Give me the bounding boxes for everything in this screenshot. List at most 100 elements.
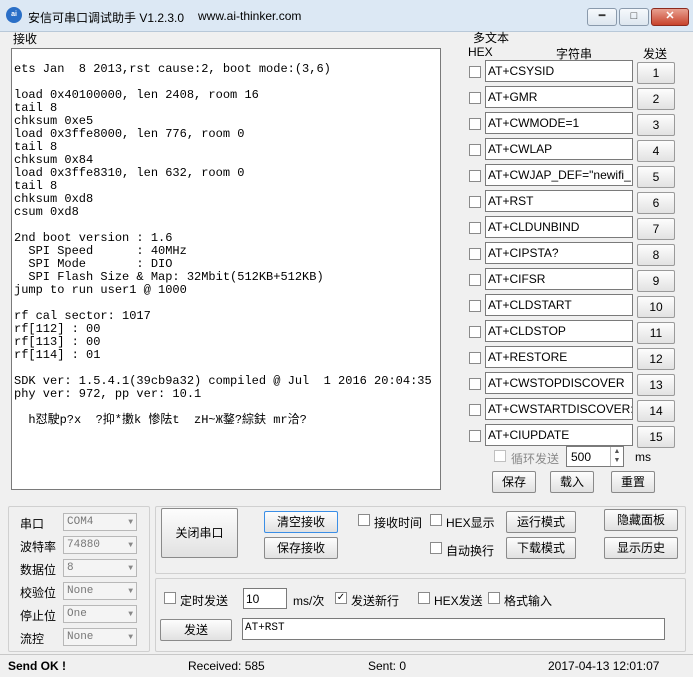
hex-row-checkbox[interactable]	[469, 196, 481, 208]
multi-text-label: 多文本	[473, 31, 510, 45]
hide-panel-button[interactable]: 隐藏面板	[604, 509, 678, 531]
save-receive-button[interactable]: 保存接收	[264, 537, 338, 559]
multi-text-field[interactable]: AT+CLDSTOP	[485, 320, 633, 342]
multi-text-field[interactable]: AT+CIPSTA?	[485, 242, 633, 264]
send-row-button[interactable]: 3	[637, 114, 675, 136]
hex-row-checkbox[interactable]	[469, 326, 481, 338]
send-input[interactable]: AT+RST	[242, 618, 665, 640]
stop-bits-select[interactable]: One ▼	[63, 605, 137, 623]
reset-multi-button[interactable]: 重置	[611, 471, 655, 493]
multi-text-field[interactable]: AT+CWSTARTDISCOVER:	[485, 398, 633, 420]
hex-row-checkbox[interactable]	[469, 92, 481, 104]
send-panel	[155, 578, 686, 652]
send-row-button[interactable]: 8	[637, 244, 675, 266]
hex-row-checkbox[interactable]	[469, 404, 481, 416]
hex-row-checkbox[interactable]	[469, 274, 481, 286]
multi-text-field[interactable]: AT+RST	[485, 190, 633, 212]
loop-interval-spinner[interactable]: ▲ ▼	[610, 447, 623, 466]
send-row-button[interactable]: 14	[637, 400, 675, 422]
baud-select[interactable]: 74880 ▼	[63, 536, 137, 554]
receive-time-checkbox[interactable]	[358, 514, 370, 526]
spin-down-icon[interactable]: ▼	[611, 456, 623, 465]
multi-text-field[interactable]: AT+CWJAP_DEF="newifi_	[485, 164, 633, 186]
hex-send-label: HEX发送	[434, 594, 483, 608]
show-history-button[interactable]: 显示历史	[604, 537, 678, 559]
window-url: www.ai-thinker.com	[198, 9, 302, 23]
close-port-button[interactable]: 关闭串口	[161, 508, 238, 558]
hex-row-checkbox[interactable]	[469, 352, 481, 364]
send-row-button[interactable]: 15	[637, 426, 675, 448]
status-datetime: 2017-04-13 12:01:07	[548, 659, 660, 673]
multi-text-field[interactable]: AT+CWLAP	[485, 138, 633, 160]
hex-row-checkbox[interactable]	[469, 430, 481, 442]
auto-wrap-label: 自动换行	[446, 544, 495, 558]
interval-unit-label: ms/次	[293, 594, 325, 608]
loop-send-label: 循环发送	[511, 452, 560, 466]
hex-row-checkbox[interactable]	[469, 66, 481, 78]
hex-row-checkbox[interactable]	[469, 222, 481, 234]
data-bits-value: 8	[67, 562, 74, 574]
maximize-button[interactable]: □	[619, 8, 649, 26]
send-row-button[interactable]: 9	[637, 270, 675, 292]
download-mode-button[interactable]: 下载模式	[506, 537, 576, 559]
send-row-button[interactable]: 10	[637, 296, 675, 318]
send-row-button[interactable]: 1	[637, 62, 675, 84]
auto-wrap-checkbox[interactable]	[430, 542, 442, 554]
data-bits-select[interactable]: 8 ▼	[63, 559, 137, 577]
load-multi-button[interactable]: 载入	[550, 471, 594, 493]
hex-row-checkbox[interactable]	[469, 170, 481, 182]
send-status: Send OK !	[8, 659, 67, 673]
send-row-button[interactable]: 6	[637, 192, 675, 214]
hex-send-checkbox[interactable]	[418, 592, 430, 604]
send-row-button[interactable]: 13	[637, 374, 675, 396]
multi-text-field[interactable]: AT+CIUPDATE	[485, 424, 633, 446]
port-select[interactable]: COM4 ▼	[63, 513, 137, 531]
port-value: COM4	[67, 516, 94, 528]
format-input-checkbox[interactable]	[488, 592, 500, 604]
parity-select[interactable]: None ▼	[63, 582, 137, 600]
send-row-button[interactable]: 11	[637, 322, 675, 344]
multi-text-field[interactable]: AT+GMR	[485, 86, 633, 108]
hex-display-checkbox[interactable]	[430, 514, 442, 526]
multi-text-field[interactable]: AT+CSYSID	[485, 60, 633, 82]
flow-control-select[interactable]: None ▼	[63, 628, 137, 646]
close-button[interactable]: ✕	[651, 8, 689, 26]
multi-text-field[interactable]: AT+RESTORE	[485, 346, 633, 368]
send-newline-label: 发送新行	[351, 594, 400, 608]
loop-send-checkbox[interactable]	[494, 450, 506, 462]
multi-text-field[interactable]: AT+CLDSTART	[485, 294, 633, 316]
multi-text-field[interactable]: AT+CIFSR	[485, 268, 633, 290]
send-column-header: 发送	[643, 47, 668, 61]
data-bits-label: 数据位	[20, 563, 57, 577]
hex-row-checkbox[interactable]	[469, 144, 481, 156]
hex-row-checkbox[interactable]	[469, 118, 481, 130]
received-count: Received: 585	[188, 659, 265, 673]
send-row-button[interactable]: 5	[637, 166, 675, 188]
send-row-button[interactable]: 7	[637, 218, 675, 240]
send-row-button[interactable]: 12	[637, 348, 675, 370]
chevron-down-icon: ▼	[128, 633, 133, 642]
send-row-button[interactable]: 2	[637, 88, 675, 110]
multi-text-field[interactable]: AT+CLDUNBIND	[485, 216, 633, 238]
send-input-value: AT+RST	[245, 622, 285, 634]
hex-row-checkbox[interactable]	[469, 300, 481, 312]
multi-text-field[interactable]: AT+CWSTOPDISCOVER	[485, 372, 633, 394]
minimize-button[interactable]: ━	[587, 8, 617, 26]
send-row-button[interactable]: 4	[637, 140, 675, 162]
interval-input[interactable]: 10	[243, 588, 287, 609]
baud-value: 74880	[67, 539, 101, 551]
hex-row-checkbox[interactable]	[469, 248, 481, 260]
clear-receive-button[interactable]: 清空接收	[264, 511, 338, 533]
send-button[interactable]: 发送	[160, 619, 232, 641]
flow-control-value: None	[67, 631, 94, 643]
hex-row-checkbox[interactable]	[469, 378, 481, 390]
send-newline-checkbox[interactable]: ✓	[335, 592, 347, 604]
save-multi-button[interactable]: 保存	[492, 471, 536, 493]
baud-label: 波特率	[20, 540, 57, 554]
run-mode-button[interactable]: 运行模式	[506, 511, 576, 533]
spin-up-icon[interactable]: ▲	[611, 447, 623, 456]
timed-send-checkbox[interactable]	[164, 592, 176, 604]
receive-time-label: 接收时间	[374, 516, 423, 530]
multi-text-field[interactable]: AT+CWMODE=1	[485, 112, 633, 134]
receive-textarea[interactable]: ets Jan 8 2013,rst cause:2, boot mode:(3…	[11, 48, 441, 490]
